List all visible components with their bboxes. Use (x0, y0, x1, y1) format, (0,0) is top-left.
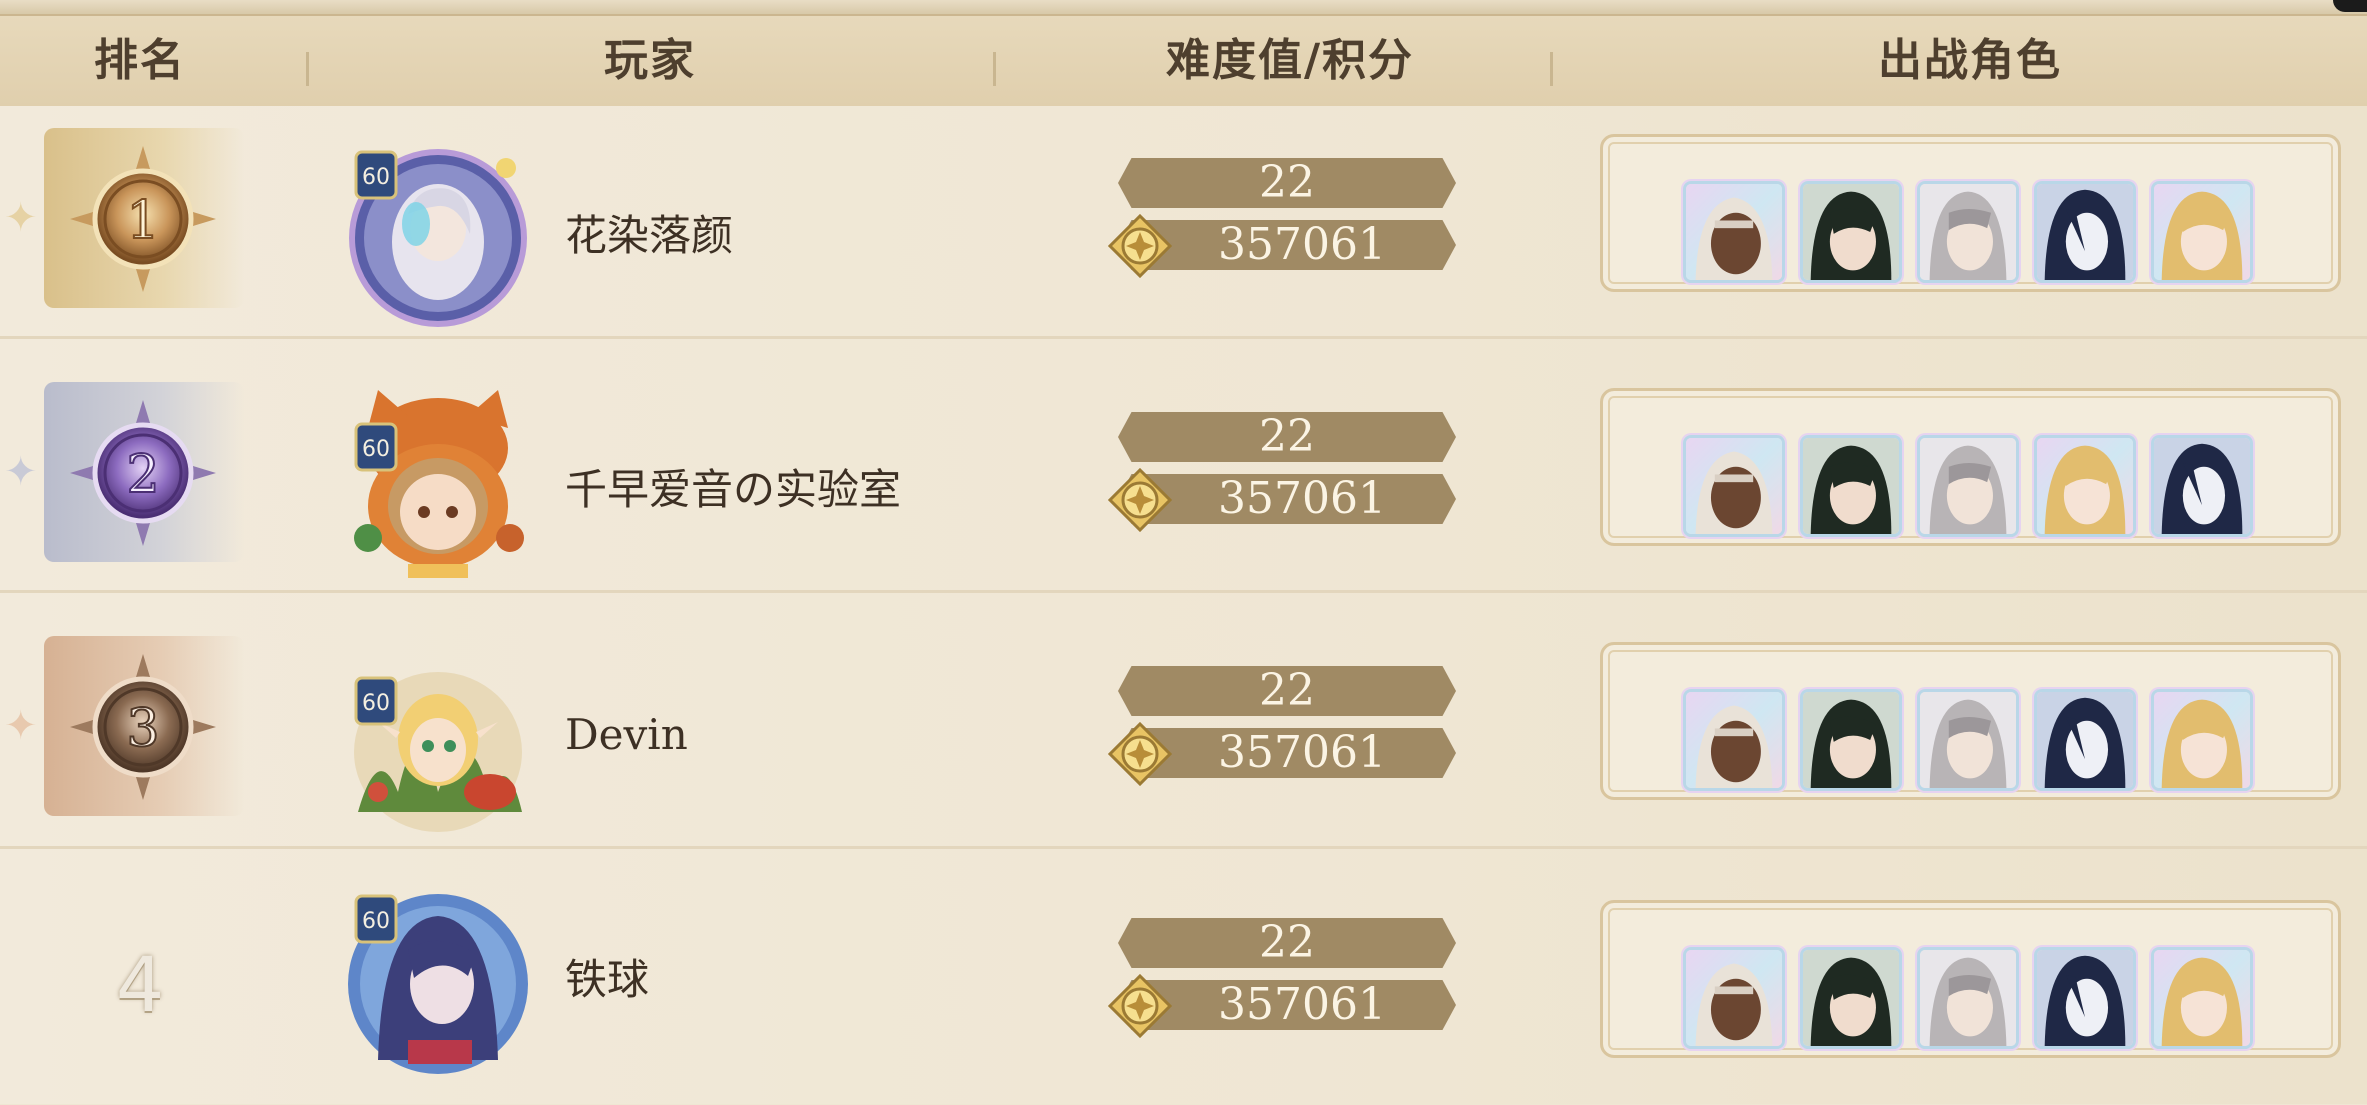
difficulty-value: 22 (1118, 666, 1456, 716)
player-avatar[interactable]: 60 (338, 642, 538, 842)
leaderboard-row[interactable]: 4 60 铁球 22 357061 (0, 850, 2367, 1104)
svg-text:60: 60 (362, 437, 390, 462)
player-avatar[interactable]: 60 (338, 388, 538, 588)
character-portrait[interactable] (1683, 435, 1785, 537)
row-divider (0, 336, 2367, 339)
character-portrait[interactable] (2151, 947, 2253, 1049)
character-portrait[interactable] (1683, 181, 1785, 283)
svg-text:3: 3 (126, 699, 159, 759)
team-panel (1600, 642, 2341, 800)
sparkle-icon: ✦ (4, 703, 38, 749)
svg-text:1: 1 (126, 191, 159, 251)
player-avatar[interactable]: 60 (338, 880, 538, 1080)
team-panel (1600, 900, 2341, 1058)
player-name: 花染落颜 (565, 211, 734, 260)
row-divider (0, 846, 2367, 849)
character-portrait[interactable] (2151, 181, 2253, 283)
header-characters: 出战角色 (1878, 35, 2062, 86)
gold-medal-icon: 1 (70, 146, 216, 292)
header-rank: 排名 (94, 35, 186, 86)
leaderboard-row[interactable]: ✦ 2 60 千早爱音の实验室 22 357061 (0, 360, 2367, 614)
character-portrait[interactable] (1683, 947, 1785, 1049)
score-coin-icon (1108, 974, 1172, 1038)
difficulty-value: 22 (1118, 918, 1456, 968)
character-portrait[interactable] (2034, 947, 2136, 1049)
svg-text:2: 2 (126, 445, 159, 505)
character-portrait[interactable] (1800, 181, 1902, 283)
character-portrait[interactable] (1800, 689, 1902, 791)
header-difficulty-score: 难度值/积分 (1165, 35, 1415, 86)
character-portrait[interactable] (1800, 947, 1902, 1049)
score-coin-icon (1108, 214, 1172, 278)
row-divider (0, 590, 2367, 593)
leaderboard-row[interactable]: ✦ 3 60 Devin 22 357061 (0, 614, 2367, 868)
player-name: 千早爱音の实验室 (565, 465, 902, 514)
character-portrait[interactable] (2151, 689, 2253, 791)
sparkle-icon: ✦ (4, 449, 38, 495)
character-portrait[interactable] (1917, 435, 2019, 537)
svg-text:60: 60 (362, 691, 390, 716)
character-portrait[interactable] (1917, 181, 2019, 283)
team-panel (1600, 134, 2341, 292)
table-header: 排名 玩家 难度值/积分 出战角色 (0, 16, 2367, 106)
team-panel (1600, 388, 2341, 546)
player-name: 铁球 (565, 955, 650, 1004)
header-separator (993, 52, 996, 86)
score-coin-icon (1108, 722, 1172, 786)
character-portrait[interactable] (2034, 435, 2136, 537)
difficulty-value: 22 (1118, 412, 1456, 462)
player-avatar[interactable]: 60 (338, 134, 538, 334)
svg-text:60: 60 (362, 165, 390, 190)
header-separator (306, 52, 309, 86)
sparkle-icon: ✦ (4, 195, 38, 241)
character-portrait[interactable] (2151, 435, 2253, 537)
difficulty-value: 22 (1118, 158, 1456, 208)
rank-number: 4 (115, 940, 165, 1029)
header-separator (1550, 52, 1553, 86)
window-corner (2333, 0, 2367, 12)
character-portrait[interactable] (1683, 689, 1785, 791)
character-portrait[interactable] (1917, 947, 2019, 1049)
player-name: Devin (565, 710, 688, 759)
bronze-medal-icon: 3 (70, 654, 216, 800)
top-border (0, 0, 2367, 16)
silver-medal-icon: 2 (70, 400, 216, 546)
character-portrait[interactable] (2034, 689, 2136, 791)
character-portrait[interactable] (2034, 181, 2136, 283)
leaderboard-row[interactable]: ✦ 1 60 花染落颜 22 357061 (0, 106, 2367, 360)
svg-text:60: 60 (362, 909, 390, 934)
header-player: 玩家 (604, 35, 696, 86)
character-portrait[interactable] (1917, 689, 2019, 791)
character-portrait[interactable] (1800, 435, 1902, 537)
score-coin-icon (1108, 468, 1172, 532)
